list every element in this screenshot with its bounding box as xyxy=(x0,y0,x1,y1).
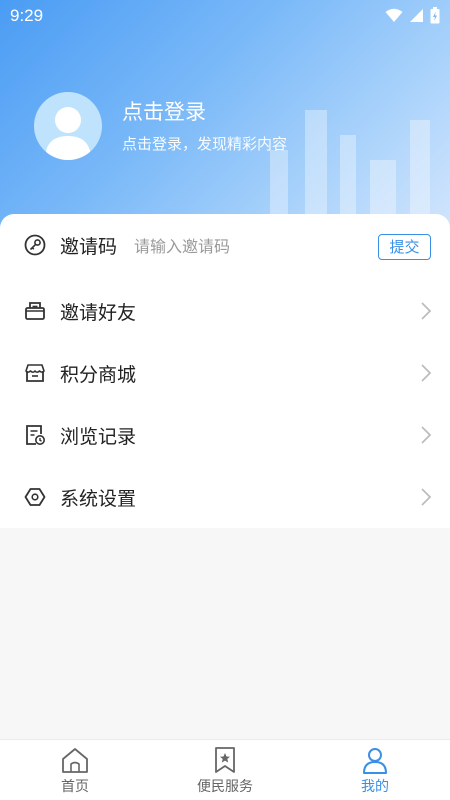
menu-item-label: 浏览记录 xyxy=(60,425,137,448)
store-icon xyxy=(25,364,45,382)
menu-item-label: 积分商城 xyxy=(60,363,137,386)
menu-item-system-settings[interactable]: 系统设置 xyxy=(0,466,450,528)
bookmark-star-icon xyxy=(215,747,235,773)
invite-code-input[interactable] xyxy=(134,234,334,258)
status-bar: 9:29 xyxy=(0,0,450,32)
status-time: 9:29 xyxy=(10,6,44,25)
tab-mine[interactable]: 我的 xyxy=(300,740,450,800)
signal-icon xyxy=(410,9,423,22)
mail-icon xyxy=(25,302,45,320)
chevron-right-icon xyxy=(421,364,432,382)
tab-convenience-services[interactable]: 便民服务 xyxy=(150,740,300,800)
chevron-right-icon xyxy=(421,488,432,506)
key-icon xyxy=(24,234,46,256)
submit-button[interactable]: 提交 xyxy=(378,234,431,260)
home-icon xyxy=(62,748,88,773)
menu-item-label: 系统设置 xyxy=(60,487,137,510)
bottom-tab-bar: 首页 便民服务 我的 xyxy=(0,739,450,800)
login-subtitle[interactable]: 点击登录，发现精彩内容 xyxy=(122,133,287,154)
login-title[interactable]: 点击登录 xyxy=(122,96,206,126)
menu-item-label: 邀请好友 xyxy=(60,301,137,324)
city-skyline-decoration xyxy=(270,110,430,220)
wifi-icon xyxy=(385,8,403,22)
invite-code-label: 邀请码 xyxy=(60,235,118,258)
menu-item-invite-friends[interactable]: 邀请好友 xyxy=(0,280,450,342)
invite-code-row: 邀请码 提交 xyxy=(0,214,450,276)
battery-icon xyxy=(430,7,440,24)
history-icon xyxy=(26,425,45,445)
chevron-right-icon xyxy=(421,302,432,320)
user-icon xyxy=(363,748,387,774)
menu-item-points-mall[interactable]: 积分商城 xyxy=(0,342,450,404)
chevron-right-icon xyxy=(421,426,432,444)
tab-label: 我的 xyxy=(361,779,389,795)
menu-item-browse-history[interactable]: 浏览记录 xyxy=(0,404,450,466)
avatar[interactable] xyxy=(34,92,102,160)
tab-label: 首页 xyxy=(61,779,89,795)
settings-hexagon-icon xyxy=(24,488,46,506)
menu-card: 邀请码 提交 邀请好友 积分商城 xyxy=(0,214,450,528)
tab-home[interactable]: 首页 xyxy=(0,740,150,800)
tab-label: 便民服务 xyxy=(197,779,253,795)
user-silhouette-icon xyxy=(45,107,91,160)
